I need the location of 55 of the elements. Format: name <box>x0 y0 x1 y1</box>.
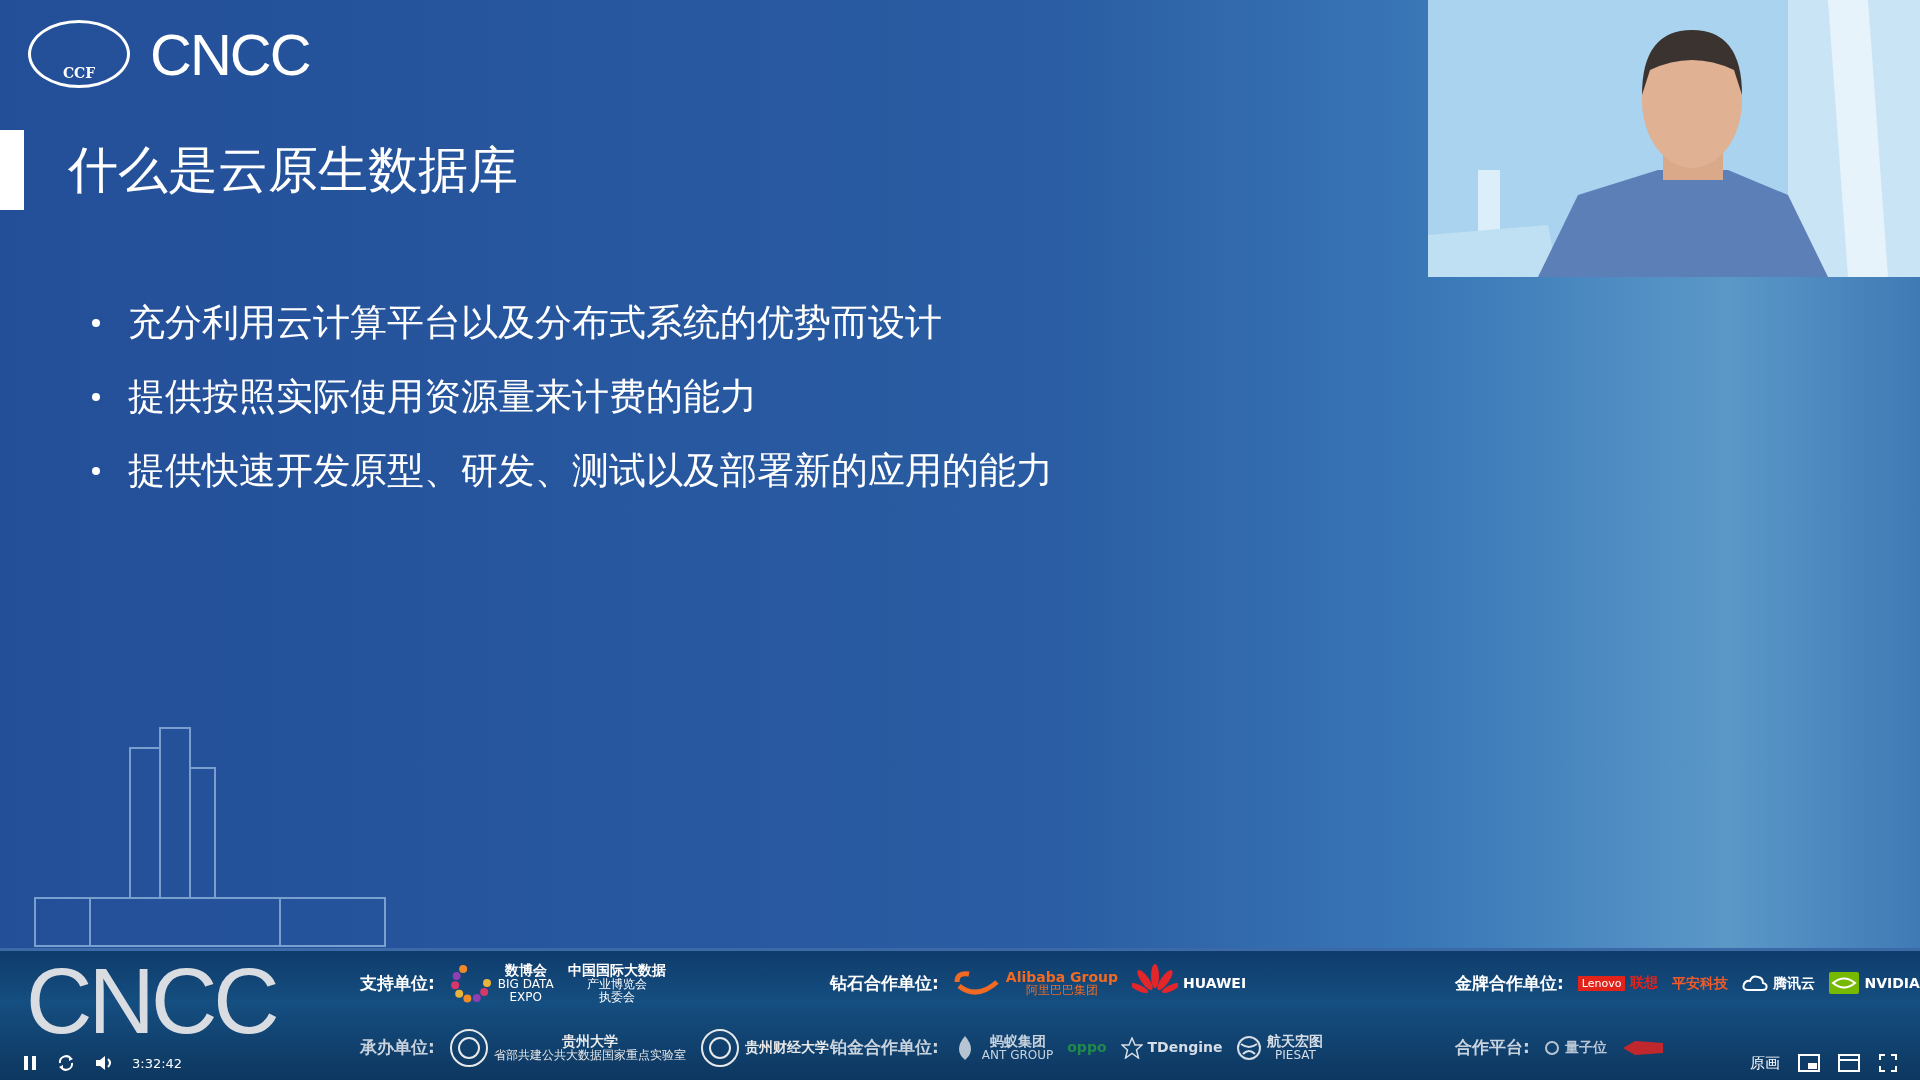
picture-in-picture-icon[interactable] <box>1798 1054 1820 1072</box>
sponsor-label: 铂金合作单位: <box>830 1036 939 1060</box>
sponsor-label: 金牌合作单位: <box>1455 971 1564 995</box>
globe-icon <box>1236 1034 1263 1061</box>
sponsor-name: 贵州财经大学 <box>744 1040 829 1056</box>
cncc-logo: CNCC <box>26 955 276 1047</box>
sponsor-name: 中国国际大数据 <box>567 963 666 978</box>
sponsor-name: ANT GROUP <box>981 1048 1054 1062</box>
sponsor-name: HUAWEI <box>1183 975 1247 991</box>
sponsor-name: 蚂蚁集团 <box>989 1034 1046 1049</box>
sponsor-name: 联想 <box>1630 974 1659 993</box>
eye-logo-icon <box>1829 972 1860 995</box>
sponsor-name: 平安科技 <box>1672 975 1729 991</box>
sponsor-label: 钻石合作单位: <box>830 971 939 995</box>
cncc-logo: CNCC <box>150 20 310 88</box>
sponsor-name: 阿里巴巴集团 <box>1025 984 1098 997</box>
sponsor-name: 数博会 <box>504 963 547 978</box>
sponsor-name: EXPO <box>509 990 542 1004</box>
ring-icon <box>1543 1039 1560 1056</box>
sponsor-name: 省部共建公共大数据国家重点实验室 <box>493 1048 686 1062</box>
playback-time: 3:32:42 <box>132 1055 183 1071</box>
bullet-dot <box>92 319 100 327</box>
sponsor-name: 腾讯云 <box>1773 975 1816 991</box>
lenovo-logo: Lenovo <box>1577 975 1626 991</box>
sponsor-label: 合作平台: <box>1455 1036 1530 1060</box>
sponsor-name: 贵州大学 <box>561 1034 618 1049</box>
slide-title: 什么是云原生数据库 <box>68 139 518 201</box>
sponsor-name: NVIDIA <box>1864 975 1920 991</box>
sponsor-name: 执委会 <box>598 990 635 1004</box>
ccf-badge: CCF <box>28 20 130 88</box>
sponsor-name: PIESAT <box>1275 1048 1316 1062</box>
sponsor-name: Alibaba Group <box>1005 969 1119 985</box>
sponsor-name: 产业博览会 <box>586 978 647 991</box>
replay-icon[interactable] <box>56 1053 76 1073</box>
fullscreen-icon[interactable] <box>1878 1053 1898 1073</box>
bullet-text: 提供按照实际使用资源量来计费的能力 <box>128 374 757 420</box>
seal-icon <box>699 1027 740 1068</box>
bullet-dot <box>92 467 100 475</box>
quality-button[interactable]: 原画 <box>1750 1053 1780 1073</box>
sponsor-label: 支持单位: <box>360 971 435 995</box>
window-icon[interactable] <box>1838 1054 1860 1072</box>
bullet-text: 提供快速开发原型、研发、测试以及部署新的应用的能力 <box>128 448 1053 494</box>
seal-icon <box>448 1027 489 1068</box>
volume-icon[interactable] <box>94 1054 114 1072</box>
star-icon <box>1120 1036 1143 1059</box>
sponsor-name: TDengine <box>1147 1040 1223 1056</box>
sponsor-name: 量子位 <box>1564 1040 1607 1056</box>
bullet-text: 充分利用云计算平台以及分布式系统的优势而设计 <box>128 300 942 346</box>
pause-icon[interactable] <box>22 1054 38 1072</box>
sponsor-name: 航天宏图 <box>1267 1034 1324 1049</box>
sponsor-name: BIG DATA <box>497 978 554 991</box>
sponsor-label: 承办单位: <box>360 1036 435 1060</box>
sponsor-name: oppo <box>1067 1040 1107 1056</box>
cloud-icon <box>1742 974 1769 993</box>
bullet-dot <box>92 393 100 401</box>
